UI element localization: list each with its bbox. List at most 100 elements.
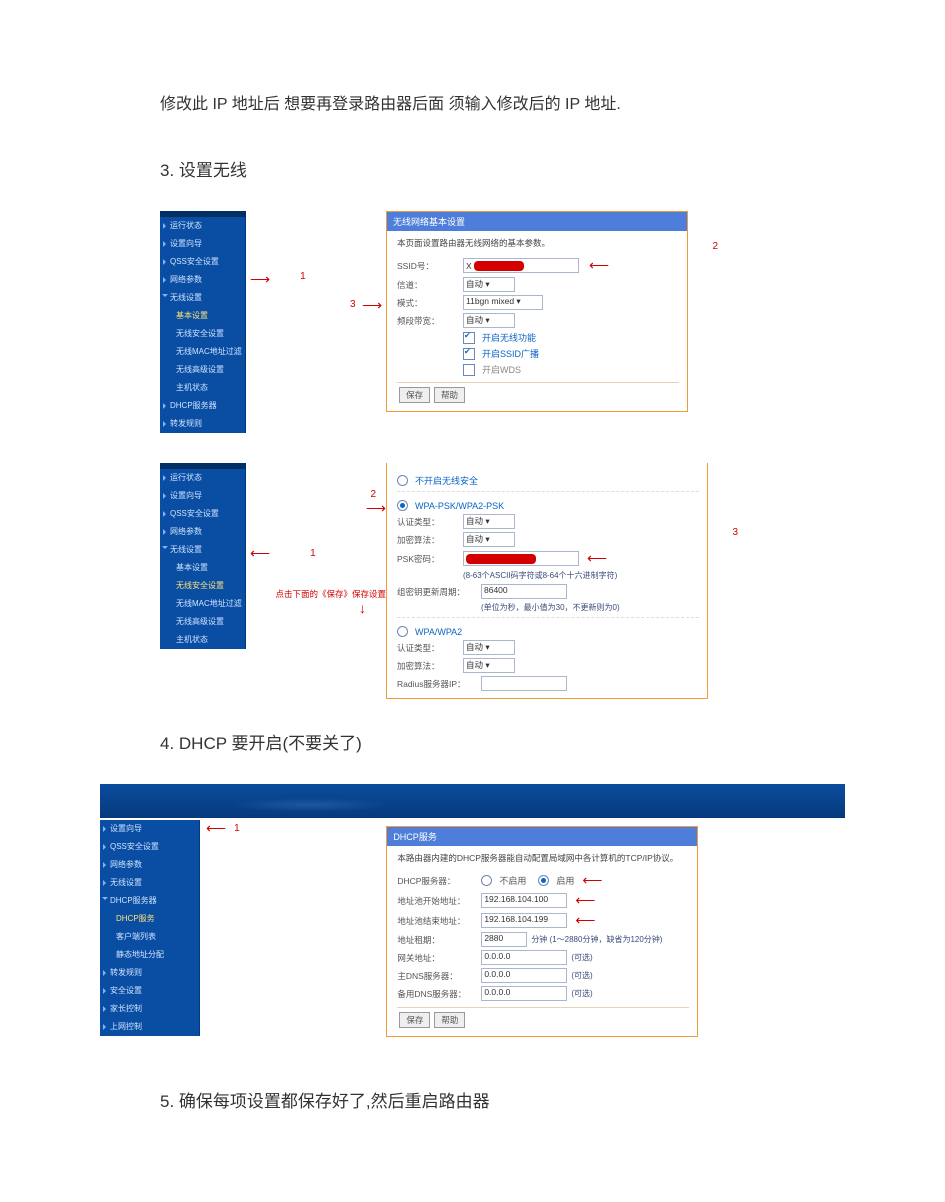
save-button[interactable]: 保存 bbox=[399, 387, 430, 403]
pool-start-label: 地址池开始地址： bbox=[397, 895, 477, 907]
dhcp-off-label: 不启用 bbox=[499, 874, 526, 887]
auth2-select[interactable]: 自动 ▾ bbox=[463, 640, 515, 655]
wpa-enterprise-radio[interactable] bbox=[397, 626, 408, 637]
sidebar-subitem[interactable]: 基本设置 bbox=[160, 307, 245, 325]
mode-select[interactable]: 11bgn mixed ▾ bbox=[463, 295, 543, 310]
sidebar-item[interactable]: QSS安全设置 bbox=[100, 838, 199, 856]
panel-basic-settings: 无线网络基本设置 本页面设置路由器无线网络的基本参数。 SSID号： X ⟵ 信… bbox=[386, 211, 688, 412]
arrow-left-icon: ⟵ bbox=[250, 545, 270, 562]
psk-input[interactable] bbox=[463, 551, 579, 566]
psk-hint: (8-63个ASCII码字符或8-64个十六进制字符) bbox=[463, 570, 617, 581]
radius-input[interactable] bbox=[481, 676, 567, 691]
sidebar-item[interactable]: 设置向导 bbox=[100, 820, 199, 838]
enable-wireless-checkbox[interactable] bbox=[463, 332, 475, 344]
sidebar-item[interactable]: 无线设置 bbox=[160, 541, 245, 559]
sidebar-subitem[interactable]: 无线高级设置 bbox=[160, 361, 245, 379]
channel-select[interactable]: 自动 ▾ bbox=[463, 277, 515, 292]
group-key-label: 组密钥更新周期： bbox=[397, 586, 477, 598]
dhcp-off-radio[interactable] bbox=[481, 875, 492, 886]
group-key-input[interactable]: 86400 bbox=[481, 584, 567, 599]
sidebar-item[interactable]: 上网控制 bbox=[100, 1018, 199, 1036]
wpa-psk-radio[interactable] bbox=[397, 500, 408, 511]
sidebar-item[interactable]: 转发规则 bbox=[100, 964, 199, 982]
enable-ssid-broadcast-checkbox[interactable] bbox=[463, 348, 475, 360]
dns1-input[interactable]: 0.0.0.0 bbox=[481, 968, 567, 983]
panel-dhcp: DHCP服务 本路由器内建的DHCP服务器能自动配置局域网中各计算机的TCP/I… bbox=[386, 826, 698, 1037]
sidebar-item[interactable]: DHCP服务器 bbox=[160, 397, 245, 415]
sidebar-item[interactable]: 网络参数 bbox=[100, 856, 199, 874]
dns1-label: 主DNS服务器： bbox=[397, 970, 477, 982]
help-button[interactable]: 帮助 bbox=[434, 1012, 465, 1028]
wpa-enterprise-label: WPA/WPA2 bbox=[415, 627, 462, 637]
optional-hint: (可选) bbox=[571, 988, 592, 999]
gateway-input[interactable]: 0.0.0.0 bbox=[481, 950, 567, 965]
save-hint-note: 点击下面的《保存》保存设置 bbox=[275, 588, 386, 600]
auth-type-label: 认证类型： bbox=[397, 516, 459, 528]
lease-unit: 分钟 (1～2880分钟，缺省为120分钟) bbox=[531, 934, 662, 945]
sidebar-item[interactable]: 转发规则 bbox=[160, 415, 245, 433]
sidebar-item[interactable]: DHCP服务器 bbox=[100, 892, 199, 910]
section-5-heading: 5. 确保每项设置都保存好了,然后重启路由器 bbox=[160, 1087, 785, 1112]
router-header-band bbox=[100, 784, 845, 818]
router-sidebar: 运行状态设置向导QSS安全设置网络参数无线设置基本设置无线安全设置无线MAC地址… bbox=[160, 211, 246, 433]
enc2-select[interactable]: 自动 ▾ bbox=[463, 658, 515, 673]
pool-end-input[interactable]: 192.168.104.199 bbox=[481, 913, 567, 928]
sidebar-item[interactable]: 运行状态 bbox=[160, 217, 245, 235]
arrow-down-icon: ↓ bbox=[359, 600, 366, 616]
sidebar-item[interactable]: 设置向导 bbox=[160, 235, 245, 253]
router-sidebar: 设置向导QSS安全设置网络参数无线设置DHCP服务器DHCP服务客户端列表静态地… bbox=[100, 820, 200, 1036]
redacted-bar bbox=[466, 554, 536, 564]
no-security-label: 不开启无线安全 bbox=[415, 474, 478, 487]
sidebar-item[interactable]: QSS安全设置 bbox=[160, 253, 245, 271]
no-security-radio[interactable] bbox=[397, 475, 408, 486]
group-key-hint: (单位为秒，最小值为30，不更新则为0) bbox=[481, 602, 620, 613]
channel-label: 信道： bbox=[397, 279, 459, 291]
pool-start-input[interactable]: 192.168.104.100 bbox=[481, 893, 567, 908]
save-button[interactable]: 保存 bbox=[399, 1012, 430, 1028]
lease-label: 地址租期： bbox=[397, 934, 477, 946]
section-3-heading: 3. 设置无线 bbox=[160, 156, 785, 181]
ssid-input[interactable]: X bbox=[463, 258, 579, 273]
sidebar-subitem[interactable]: 基本设置 bbox=[160, 559, 245, 577]
lease-input[interactable]: 2880 bbox=[481, 932, 527, 947]
enable-wireless-label: 开启无线功能 bbox=[482, 331, 536, 344]
psk-label: PSK密码： bbox=[397, 553, 459, 565]
dns2-label: 备用DNS服务器： bbox=[397, 988, 477, 1000]
sidebar-subitem[interactable]: 无线MAC地址过滤 bbox=[160, 343, 245, 361]
encryption-select[interactable]: 自动 ▾ bbox=[463, 532, 515, 547]
bandwidth-select[interactable]: 自动 ▾ bbox=[463, 313, 515, 328]
sidebar-item[interactable]: 安全设置 bbox=[100, 982, 199, 1000]
arrow-left-icon: ⟵ bbox=[575, 892, 595, 909]
sidebar-item[interactable]: 设置向导 bbox=[160, 487, 245, 505]
sidebar-subitem[interactable]: 无线安全设置 bbox=[160, 577, 245, 595]
sidebar-item[interactable]: 无线设置 bbox=[160, 289, 245, 307]
redacted-bar bbox=[474, 261, 524, 271]
dhcp-server-label: DHCP服务器： bbox=[397, 875, 477, 887]
sidebar-subitem[interactable]: 无线安全设置 bbox=[160, 325, 245, 343]
sidebar-subitem[interactable]: 静态地址分配 bbox=[100, 946, 199, 964]
auth-type-select[interactable]: 自动 ▾ bbox=[463, 514, 515, 529]
sidebar-subitem[interactable]: 无线MAC地址过滤 bbox=[160, 595, 245, 613]
dns2-input[interactable]: 0.0.0.0 bbox=[481, 986, 567, 1001]
sidebar-item[interactable]: QSS安全设置 bbox=[160, 505, 245, 523]
panel-subtitle: 本路由器内建的DHCP服务器能自动配置局域网中各计算机的TCP/IP协议。 bbox=[397, 852, 689, 864]
enc2-label: 加密算法： bbox=[397, 660, 459, 672]
sidebar-subitem[interactable]: 客户端列表 bbox=[100, 928, 199, 946]
screenshot-dhcp: 设置向导QSS安全设置网络参数无线设置DHCP服务器DHCP服务客户端列表静态地… bbox=[100, 784, 845, 1037]
arrow-left-icon: ⟵ bbox=[587, 550, 607, 567]
sidebar-item[interactable]: 运行状态 bbox=[160, 469, 245, 487]
enable-wds-label: 开启WDS bbox=[482, 363, 521, 376]
sidebar-item[interactable]: 网络参数 bbox=[160, 523, 245, 541]
help-button[interactable]: 帮助 bbox=[434, 387, 465, 403]
wpa-psk-label: WPA-PSK/WPA2-PSK bbox=[415, 501, 504, 511]
sidebar-subitem[interactable]: 主机状态 bbox=[160, 379, 245, 397]
sidebar-subitem[interactable]: DHCP服务 bbox=[100, 910, 199, 928]
sidebar-item[interactable]: 网络参数 bbox=[160, 271, 245, 289]
sidebar-subitem[interactable]: 主机状态 bbox=[160, 631, 245, 649]
sidebar-subitem[interactable]: 无线高级设置 bbox=[160, 613, 245, 631]
dhcp-on-radio[interactable] bbox=[538, 875, 549, 886]
enable-wds-checkbox[interactable] bbox=[463, 364, 475, 376]
sidebar-item[interactable]: 无线设置 bbox=[100, 874, 199, 892]
sidebar-item[interactable]: 家长控制 bbox=[100, 1000, 199, 1018]
arrow-left-icon: ⟵ bbox=[206, 820, 226, 837]
